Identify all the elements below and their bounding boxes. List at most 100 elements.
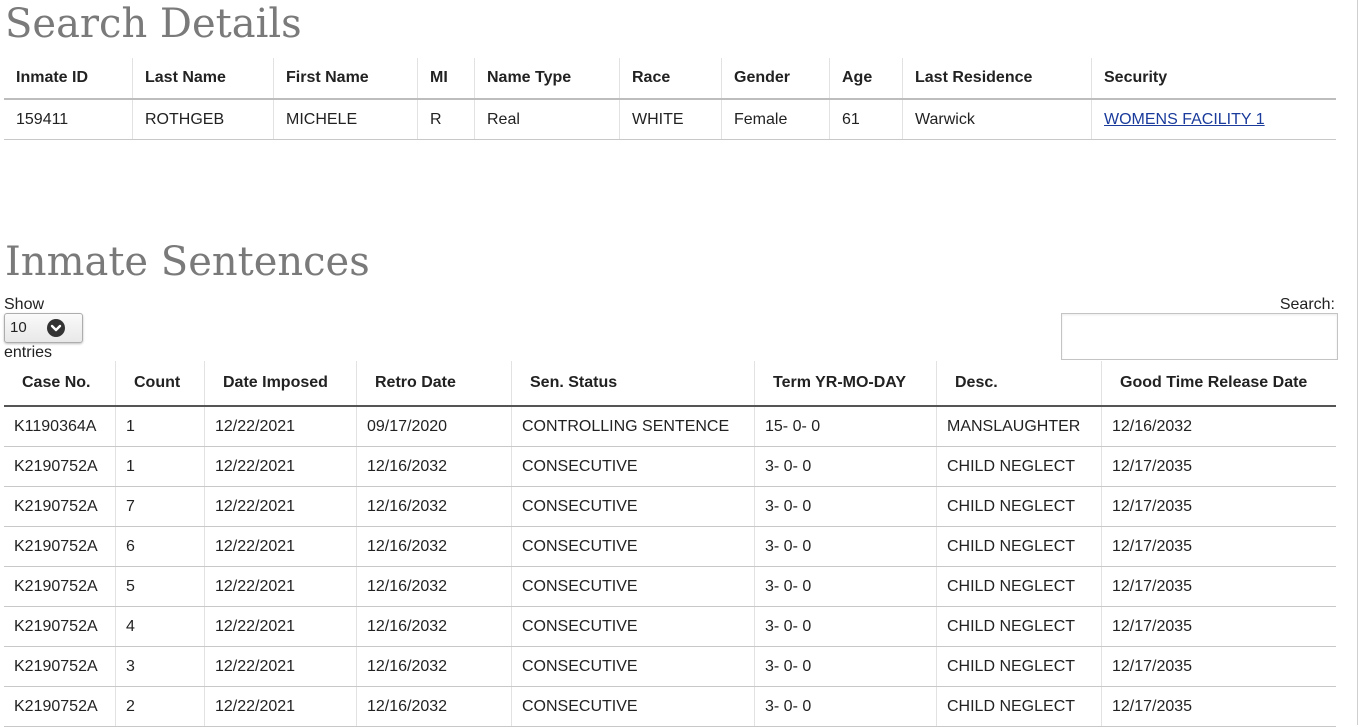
retro-date-cell: 12/16/2032	[356, 566, 512, 607]
column-header-term[interactable]: Term YR-MO-DAY	[754, 361, 937, 407]
retro-date-cell: 09/17/2020	[356, 406, 512, 447]
sentence-row: K2190752A 7 12/22/2021 12/16/2032 CONSECUTIV…	[4, 486, 1336, 527]
sentences-table: Case No. Count Date Imposed Retro Date S…	[4, 361, 1336, 727]
column-header-security: Security	[1091, 58, 1336, 100]
sentences-header-row: Case No. Count Date Imposed Retro Date S…	[4, 361, 1336, 407]
count-cell: 1	[115, 406, 205, 447]
middle-initial-cell: R	[417, 99, 475, 140]
sen-status-cell: CONSECUTIVE	[511, 566, 755, 607]
count-cell: 7	[115, 486, 205, 527]
column-header-retro-date[interactable]: Retro Date	[356, 361, 512, 407]
column-header-case-no[interactable]: Case No.	[4, 361, 116, 407]
race-cell: WHITE	[619, 99, 722, 140]
sentence-row: K2190752A 3 12/22/2021 12/16/2032 CONSECUTIV…	[4, 646, 1336, 687]
case-no-cell: K2190752A	[4, 446, 116, 487]
term-cell: 3- 0- 0	[754, 686, 937, 727]
case-no-cell: K2190752A	[4, 606, 116, 647]
desc-cell: CHILD NEGLECT	[936, 686, 1102, 727]
desc-cell: CHILD NEGLECT	[936, 446, 1102, 487]
sen-status-cell: CONSECUTIVE	[511, 606, 755, 647]
good-time-release-date-cell: 12/17/2035	[1101, 606, 1336, 647]
case-no-cell: K2190752A	[4, 646, 116, 687]
desc-cell: CHILD NEGLECT	[936, 606, 1102, 647]
gender-cell: Female	[721, 99, 830, 140]
search-details-title: Search Details	[5, 1, 302, 47]
page-length-select[interactable]: 10	[4, 313, 83, 343]
security-facility-link[interactable]: WOMENS FACILITY 1	[1104, 111, 1265, 128]
column-header-inmate-id: Inmate ID	[4, 58, 133, 100]
good-time-release-date-cell: 12/17/2035	[1101, 486, 1336, 527]
inmate-id-cell: 159411	[4, 99, 133, 140]
column-header-count[interactable]: Count	[115, 361, 205, 407]
column-header-sen-status[interactable]: Sen. Status	[511, 361, 755, 407]
good-time-release-date-cell: 12/17/2035	[1101, 446, 1336, 487]
sen-status-cell: CONSECUTIVE	[511, 686, 755, 727]
sentence-row: K2190752A 4 12/22/2021 12/16/2032 CONSECUTIV…	[4, 606, 1336, 647]
page-length-value: 10	[10, 319, 27, 336]
term-cell: 15- 0- 0	[754, 406, 937, 447]
case-no-cell: K1190364A	[4, 406, 116, 447]
count-cell: 4	[115, 606, 205, 647]
sen-status-cell: CONSECUTIVE	[511, 446, 755, 487]
retro-date-cell: 12/16/2032	[356, 486, 512, 527]
retro-date-cell: 12/16/2032	[356, 606, 512, 647]
desc-cell: CHILD NEGLECT	[936, 486, 1102, 527]
column-header-good-time-release-date[interactable]: Good Time Release Date	[1101, 361, 1336, 407]
last-name-cell: ROTHGEB	[132, 99, 274, 140]
retro-date-cell: 12/16/2032	[356, 446, 512, 487]
inmate-sentences-title: Inmate Sentences	[5, 239, 370, 285]
good-time-release-date-cell: 12/17/2035	[1101, 566, 1336, 607]
column-header-desc[interactable]: Desc.	[936, 361, 1102, 407]
date-imposed-cell: 12/22/2021	[204, 566, 357, 607]
term-cell: 3- 0- 0	[754, 646, 937, 687]
date-imposed-cell: 12/22/2021	[204, 526, 357, 567]
search-input[interactable]	[1061, 313, 1338, 360]
count-cell: 3	[115, 646, 205, 687]
sentence-row: K2190752A 1 12/22/2021 12/16/2032 CONSECUTIV…	[4, 446, 1336, 487]
show-label: Show	[4, 296, 45, 313]
date-imposed-cell: 12/22/2021	[204, 646, 357, 687]
sentence-row: K2190752A 6 12/22/2021 12/16/2032 CONSECUTIV…	[4, 526, 1336, 567]
term-cell: 3- 0- 0	[754, 446, 937, 487]
term-cell: 3- 0- 0	[754, 566, 937, 607]
case-no-cell: K2190752A	[4, 686, 116, 727]
retro-date-cell: 12/16/2032	[356, 526, 512, 567]
column-header-gender: Gender	[721, 58, 830, 100]
column-header-name-type: Name Type	[474, 58, 620, 100]
search-details-table: Inmate ID Last Name First Name MI Name T…	[4, 58, 1336, 140]
case-no-cell: K2190752A	[4, 486, 116, 527]
sen-status-cell: CONTROLLING SENTENCE	[511, 406, 755, 447]
date-imposed-cell: 12/22/2021	[204, 606, 357, 647]
name-type-cell: Real	[474, 99, 620, 140]
column-header-first-name: First Name	[273, 58, 418, 100]
date-imposed-cell: 12/22/2021	[204, 406, 357, 447]
column-header-age: Age	[829, 58, 903, 100]
term-cell: 3- 0- 0	[754, 486, 937, 527]
sentence-row: K2190752A 2 12/22/2021 12/16/2032 CONSECUTIV…	[4, 686, 1336, 727]
date-imposed-cell: 12/22/2021	[204, 446, 357, 487]
entries-label: entries	[4, 344, 53, 361]
inmate-details-row: 159411 ROTHGEB MICHELE R Real WHITE Fema…	[4, 99, 1336, 140]
column-header-date-imposed[interactable]: Date Imposed	[204, 361, 357, 407]
sentences-table-body: K1190364A 1 12/22/2021 09/17/2020 CONTROLLIN…	[4, 406, 1336, 727]
date-imposed-cell: 12/22/2021	[204, 486, 357, 527]
case-no-cell: K2190752A	[4, 526, 116, 567]
term-cell: 3- 0- 0	[754, 606, 937, 647]
first-name-cell: MICHELE	[273, 99, 418, 140]
column-header-race: Race	[619, 58, 722, 100]
sentence-row: K1190364A 1 12/22/2021 09/17/2020 CONTROLLIN…	[4, 406, 1336, 447]
good-time-release-date-cell: 12/17/2035	[1101, 526, 1336, 567]
case-no-cell: K2190752A	[4, 566, 116, 607]
date-imposed-cell: 12/22/2021	[204, 686, 357, 727]
search-label: Search:	[1279, 296, 1335, 313]
desc-cell: CHILD NEGLECT	[936, 526, 1102, 567]
column-header-last-name: Last Name	[132, 58, 274, 100]
last-residence-cell: Warwick	[902, 99, 1092, 140]
sen-status-cell: CONSECUTIVE	[511, 646, 755, 687]
term-cell: 3- 0- 0	[754, 526, 937, 567]
good-time-release-date-cell: 12/17/2035	[1101, 686, 1336, 727]
sen-status-cell: CONSECUTIVE	[511, 486, 755, 527]
good-time-release-date-cell: 12/16/2032	[1101, 406, 1336, 447]
page-right-border	[1357, 0, 1358, 725]
column-header-last-residence: Last Residence	[902, 58, 1092, 100]
